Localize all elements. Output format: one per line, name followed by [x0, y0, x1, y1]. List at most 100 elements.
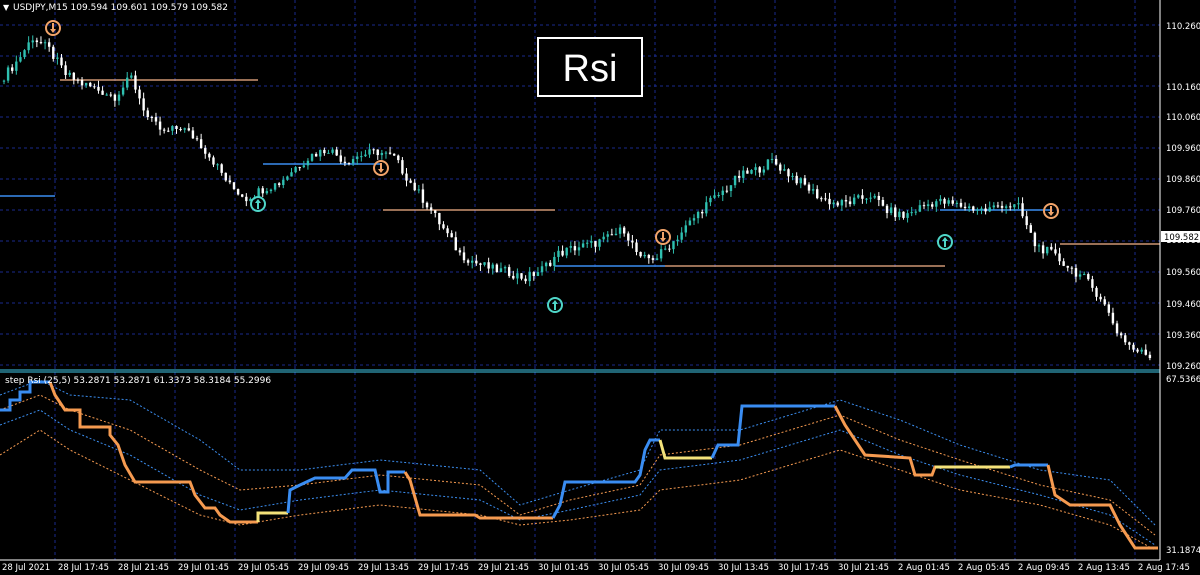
candle-body [762, 169, 766, 173]
candle-body [967, 206, 971, 209]
candle-body [1148, 354, 1152, 359]
candle-body [2, 80, 6, 82]
candle-body [549, 262, 552, 266]
candle-body [918, 205, 922, 212]
candle-body [417, 189, 421, 191]
candle-body [988, 207, 991, 212]
candle-body [832, 202, 835, 205]
candle-body [171, 126, 174, 131]
trading-chart[interactable]: ▼ USDJPY,M15 109.594 109.601 109.579 109… [0, 0, 1200, 575]
indicator-axis-bottom: 31.1874 [1166, 546, 1200, 556]
candle-body [701, 211, 704, 214]
candle-body [376, 149, 379, 156]
candle-body [914, 211, 917, 213]
candle-body [450, 233, 453, 238]
candle-body [816, 189, 819, 199]
candle-body [922, 205, 926, 207]
candle-body [758, 167, 761, 173]
candle-body [187, 128, 191, 131]
candle-body [1025, 216, 1028, 226]
candle-body [302, 165, 306, 168]
time-axis-label: 2 Aug 09:45 [1018, 563, 1070, 573]
candle-body [651, 258, 655, 260]
candle-body [935, 201, 938, 207]
candle-body [840, 200, 844, 206]
candle-body [569, 246, 572, 248]
dropdown-triangle-icon[interactable]: ▼ [3, 3, 10, 12]
candle-body [130, 75, 133, 78]
candle-body [368, 149, 371, 155]
candle-body [236, 189, 240, 195]
candle-body [614, 233, 618, 236]
candle-body [216, 164, 219, 166]
candle-body [1082, 274, 1086, 276]
candle-body [1009, 206, 1012, 208]
candle-body [11, 67, 14, 71]
candle-body [454, 237, 457, 251]
candle-body [466, 260, 470, 263]
candle-body [117, 94, 121, 101]
time-axis-label: 30 Jul 05:45 [598, 563, 649, 573]
candle-body [540, 266, 544, 273]
candle-body [479, 263, 482, 265]
candle-body [1050, 246, 1053, 250]
time-axis-label: 29 Jul 01:45 [178, 563, 229, 573]
candle-body [273, 183, 277, 190]
candle-body [1058, 253, 1061, 262]
candle-body [1062, 261, 1065, 266]
candle-body [1140, 349, 1143, 352]
candle-body [150, 117, 154, 119]
candle-body [76, 79, 80, 81]
price-axis-label: 109.560 [1166, 268, 1200, 278]
candle-body [109, 94, 112, 96]
candle-body [1046, 246, 1049, 254]
candle-body [208, 153, 211, 158]
candle-body [906, 213, 909, 218]
candle-body [23, 50, 26, 58]
candle-body [1017, 203, 1020, 205]
candle-body [27, 42, 30, 51]
candle-body [926, 204, 930, 207]
candle-body [84, 82, 88, 86]
candle-body [996, 205, 1000, 207]
candle-body [1000, 205, 1004, 208]
candle-body [80, 80, 84, 86]
candle-body [56, 57, 59, 59]
candle-body [553, 256, 556, 266]
candle-body [668, 248, 671, 250]
candle-body [39, 42, 43, 44]
candle-body [894, 207, 897, 218]
candle-body [655, 258, 659, 260]
candle-body [581, 243, 585, 248]
candle-body [774, 158, 778, 165]
candle-body [631, 240, 634, 243]
candle-body [959, 202, 963, 207]
candle-body [742, 170, 745, 178]
candle-body [491, 264, 494, 269]
price-axis-label: 109.960 [1166, 144, 1200, 154]
candle-body [598, 239, 601, 247]
price-axis-label: 110.160 [1166, 83, 1200, 93]
candle-body [228, 180, 232, 183]
candle-body [397, 155, 400, 161]
candle-body [680, 232, 683, 240]
candle-body [310, 153, 314, 161]
candle-body [791, 175, 794, 177]
candle-body [713, 195, 716, 198]
price-axis-label: 109.360 [1166, 331, 1200, 341]
candle-body [126, 77, 129, 88]
candle-body [627, 233, 630, 241]
candle-body [622, 227, 626, 234]
candle-body [43, 42, 47, 44]
candle-body [573, 246, 577, 251]
price-axis-label: 110.260 [1166, 22, 1200, 32]
candle-body [388, 152, 392, 154]
candle-body [557, 250, 560, 257]
candle-body [963, 206, 967, 209]
candle-body [754, 167, 757, 170]
time-axis-label: 28 Jul 17:45 [58, 563, 109, 573]
candle-body [910, 212, 913, 214]
candle-body [269, 189, 273, 192]
candle-body [1021, 203, 1024, 217]
candle-body [339, 155, 342, 162]
